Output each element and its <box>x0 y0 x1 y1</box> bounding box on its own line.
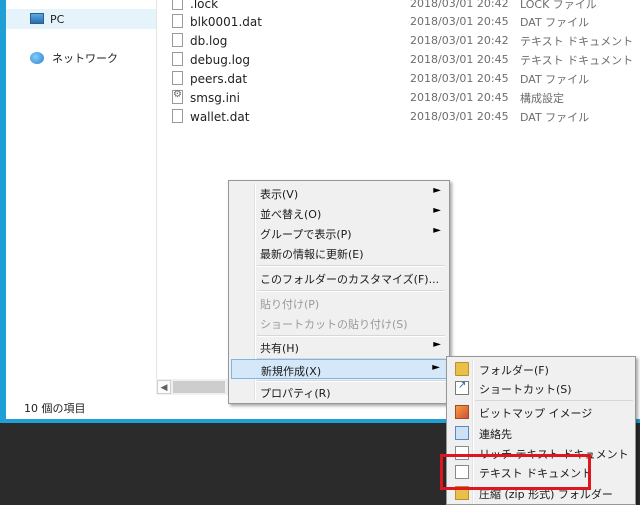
file-name: debug.log <box>190 52 250 67</box>
menu-item-label: 新規作成(X) <box>261 365 322 378</box>
file-name: smsg.ini <box>190 90 240 105</box>
file-date: 2018/03/01 20:45 <box>410 72 509 85</box>
menu-item-group[interactable]: グループで表示(P) ► <box>231 223 447 243</box>
menu-item-label: 最新の情報に更新(E) <box>260 248 364 261</box>
menu-item-paste-shortcut: ショートカットの貼り付け(S) <box>231 313 447 333</box>
menu-separator <box>257 290 445 292</box>
file-date: 2018/03/01 20:42 <box>410 34 509 47</box>
file-type: DAT ファイル <box>520 72 590 86</box>
file-name: blk0001.dat <box>190 14 262 29</box>
file-icon <box>172 109 183 123</box>
submenu-item-label: ショートカット(S) <box>479 383 572 396</box>
file-date: 2018/03/01 20:45 <box>410 53 509 66</box>
nav-item-pc[interactable]: PC <box>6 9 156 29</box>
pc-icon <box>30 12 44 24</box>
file-name: wallet.dat <box>190 109 250 124</box>
context-menu: 表示(V) ► 並べ替え(O) ► グループで表示(P) ► 最新の情報に更新(… <box>228 180 450 404</box>
submenu-item-bitmap[interactable]: ビットマップ イメージ <box>449 402 633 422</box>
menu-item-label: 並べ替え(O) <box>260 208 322 221</box>
menu-item-label: ショートカットの貼り付け(S) <box>260 318 408 331</box>
file-icon <box>172 52 183 66</box>
menu-item-label: グループで表示(P) <box>260 228 352 241</box>
file-name: .lock <box>190 0 219 11</box>
nav-item-network[interactable]: ネットワーク <box>6 48 156 68</box>
file-date: 2018/03/01 20:45 <box>410 110 509 123</box>
file-date: 2018/03/01 20:45 <box>410 15 509 28</box>
file-icon <box>172 71 183 85</box>
menu-separator <box>475 400 633 401</box>
submenu-arrow-icon: ► <box>433 225 441 236</box>
file-date: 2018/03/01 20:42 <box>410 0 509 10</box>
menu-item-label: 貼り付け(P) <box>260 298 320 311</box>
menu-item-sort[interactable]: 並べ替え(O) ► <box>231 203 447 223</box>
nav-item-label: PC <box>50 12 65 26</box>
menu-item-view[interactable]: 表示(V) ► <box>231 183 447 203</box>
menu-item-share[interactable]: 共有(H) ► <box>231 337 447 357</box>
file-icon <box>172 14 183 28</box>
file-row[interactable]: peers.dat 2018/03/01 20:45 DAT ファイル <box>163 69 633 88</box>
menu-item-paste: 貼り付け(P) <box>231 293 447 313</box>
file-row[interactable]: db.log 2018/03/01 20:42 テキスト ドキュメント <box>163 31 633 50</box>
network-icon <box>30 51 46 65</box>
menu-item-label: 共有(H) <box>260 342 299 355</box>
settings-file-icon <box>172 89 183 104</box>
nav-item-label: ネットワーク <box>52 52 118 65</box>
menu-item-new[interactable]: 新規作成(X) ► <box>231 359 447 379</box>
submenu-item-label: 連絡先 <box>479 428 512 441</box>
submenu-item-label: フォルダー(F) <box>479 364 549 377</box>
submenu-item-folder[interactable]: フォルダー(F) <box>449 359 633 379</box>
file-type: テキスト ドキュメント <box>520 53 634 67</box>
scroll-left-icon[interactable]: ◀ <box>157 380 171 394</box>
submenu-arrow-icon: ► <box>433 185 441 196</box>
file-name: peers.dat <box>190 71 248 86</box>
scrollbar-thumb[interactable] <box>173 381 225 393</box>
menu-item-label: 表示(V) <box>260 188 299 201</box>
submenu-item-contact[interactable]: 連絡先 <box>449 423 633 443</box>
navigation-pane: PC ネットワーク <box>6 0 157 395</box>
submenu-item-label: ビットマップ イメージ <box>479 407 593 420</box>
file-date: 2018/03/01 20:45 <box>410 91 509 104</box>
file-row[interactable]: debug.log 2018/03/01 20:45 テキスト ドキュメント <box>163 50 633 69</box>
file-name: db.log <box>190 33 228 48</box>
shortcut-icon <box>455 380 469 395</box>
file-type: LOCK ファイル <box>520 0 597 11</box>
submenu-arrow-icon: ► <box>433 339 441 350</box>
folder-icon <box>455 362 469 376</box>
file-type: DAT ファイル <box>520 110 590 124</box>
file-row[interactable]: smsg.ini 2018/03/01 20:45 構成設定 <box>163 88 633 107</box>
file-type: DAT ファイル <box>520 15 590 29</box>
file-row[interactable]: wallet.dat 2018/03/01 20:45 DAT ファイル <box>163 107 633 126</box>
menu-separator <box>257 265 445 267</box>
submenu-arrow-icon: ► <box>433 205 441 216</box>
file-row[interactable]: blk0001.dat 2018/03/01 20:45 DAT ファイル <box>163 12 633 31</box>
file-icon <box>172 0 183 10</box>
annotation-highlight-box <box>440 454 591 490</box>
submenu-item-shortcut[interactable]: ショートカット(S) <box>449 378 633 398</box>
file-icon <box>172 33 183 47</box>
contact-icon <box>455 426 469 440</box>
menu-item-label: プロパティ(R) <box>260 387 331 400</box>
menu-item-properties[interactable]: プロパティ(R) <box>231 382 447 402</box>
bitmap-icon <box>455 405 469 419</box>
menu-item-refresh[interactable]: 最新の情報に更新(E) <box>231 243 447 263</box>
submenu-arrow-icon: ► <box>432 362 440 373</box>
file-type: 構成設定 <box>520 91 564 105</box>
item-count: 10 個の項目 <box>24 402 86 415</box>
menu-item-label: このフォルダーのカスタマイズ(F)... <box>260 273 440 286</box>
file-type: テキスト ドキュメント <box>520 34 634 48</box>
menu-item-customize[interactable]: このフォルダーのカスタマイズ(F)... <box>231 268 447 288</box>
